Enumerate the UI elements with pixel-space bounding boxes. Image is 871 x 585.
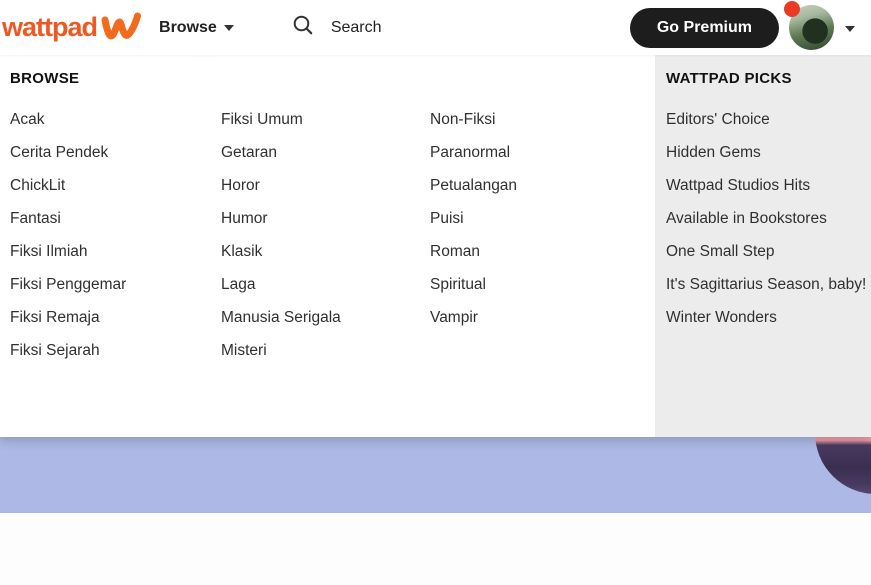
genre-link[interactable]: Humor	[221, 209, 430, 229]
genre-link[interactable]: Paranormal	[430, 143, 655, 163]
genre-link[interactable]: Fantasi	[10, 209, 221, 229]
genre-link[interactable]: Fiksi Penggemar	[10, 275, 221, 295]
genre-link[interactable]: Puisi	[430, 209, 655, 229]
pick-link[interactable]: Editors' Choice	[666, 110, 871, 130]
genre-link[interactable]: Fiksi Ilmiah	[10, 242, 221, 262]
genre-link[interactable]: Fiksi Remaja	[10, 308, 221, 328]
chevron-down-icon	[223, 24, 234, 31]
browse-section-heading: BROWSE	[10, 70, 80, 87]
genre-list-2: Fiksi Umum Getaran Horor Humor Klasik Laga Man…	[221, 110, 430, 361]
genre-link[interactable]: ChickLit	[10, 176, 221, 196]
genre-link[interactable]: Manusia Serigala	[221, 308, 430, 328]
genre-link[interactable]: Misteri	[221, 341, 430, 361]
genre-link[interactable]: Acak	[10, 110, 221, 130]
search-input[interactable]: Search	[290, 8, 384, 47]
picks-list: Editors' Choice Hidden Gems Wattpad Studio…	[666, 110, 871, 328]
genre-link[interactable]: Petualangan	[430, 176, 655, 196]
search-icon	[292, 14, 314, 41]
wattpad-w-icon	[101, 12, 142, 44]
browse-menu-button[interactable]: Browse	[155, 11, 238, 45]
notification-badge	[784, 1, 800, 17]
browse-genres-section: BROWSE Acak Cerita Pendek ChickLit Fantasi F…	[0, 55, 655, 437]
wattpad-picks-section: WATTPAD PICKS Editors' Choice Hidden Gems…	[655, 55, 871, 437]
browse-menu-label: Browse	[159, 18, 217, 36]
genre-link[interactable]: Horor	[221, 176, 430, 196]
pick-link[interactable]: Wattpad Studios Hits	[666, 176, 871, 196]
genre-link[interactable]: Getaran	[221, 143, 430, 163]
genre-link[interactable]: Roman	[430, 242, 655, 262]
pick-link[interactable]: Winter Wonders	[666, 308, 871, 328]
genre-list-1: Acak Cerita Pendek ChickLit Fantasi Fiksi Il…	[10, 110, 221, 361]
go-premium-button[interactable]: Go Premium	[629, 7, 779, 48]
genre-column-1: BROWSE Acak Cerita Pendek ChickLit Fantasi F…	[10, 69, 221, 437]
hero-mountain-illustration	[815, 437, 871, 494]
pick-link[interactable]: One Small Step	[666, 242, 871, 262]
carousel-controls-bar	[0, 513, 871, 585]
profile-avatar[interactable]	[784, 1, 834, 50]
pick-link[interactable]: It's Sagittarius Season, baby!	[666, 275, 871, 295]
profile-menu-caret[interactable]	[843, 13, 857, 43]
wattpad-logo[interactable]: wattpad	[2, 12, 142, 44]
genre-link[interactable]: Laga	[221, 275, 430, 295]
genre-link[interactable]: Non-Fiksi	[430, 110, 655, 130]
top-navbar: wattpad Browse Search Go Premium	[0, 0, 871, 55]
genre-link[interactable]: Fiksi Umum	[221, 110, 430, 130]
genre-list-3: Non-Fiksi Paranormal Petualangan Puisi Roman…	[430, 110, 655, 328]
pick-link[interactable]: Hidden Gems	[666, 143, 871, 163]
genre-column-2: Fiksi Umum Getaran Horor Humor Klasik Laga Man…	[221, 69, 430, 437]
wattpad-logo-text: wattpad	[2, 12, 98, 42]
browse-dropdown-panel: BROWSE Acak Cerita Pendek ChickLit Fantasi F…	[0, 47, 871, 437]
wattpad-picks-heading: WATTPAD PICKS	[666, 70, 792, 87]
column-spacer	[221, 69, 430, 110]
genre-link[interactable]: Vampir	[430, 308, 655, 328]
genre-link[interactable]: Fiksi Sejarah	[10, 341, 221, 361]
search-placeholder-text: Search	[330, 18, 382, 36]
column-spacer	[430, 69, 655, 110]
genre-link[interactable]: Spiritual	[430, 275, 655, 295]
pick-link[interactable]: Available in Bookstores	[666, 209, 871, 229]
genre-link[interactable]: Klasik	[221, 242, 430, 262]
genre-link[interactable]: Cerita Pendek	[10, 143, 221, 163]
genre-column-3: Non-Fiksi Paranormal Petualangan Puisi Roman…	[430, 69, 655, 437]
hero-banner-background	[0, 437, 871, 513]
